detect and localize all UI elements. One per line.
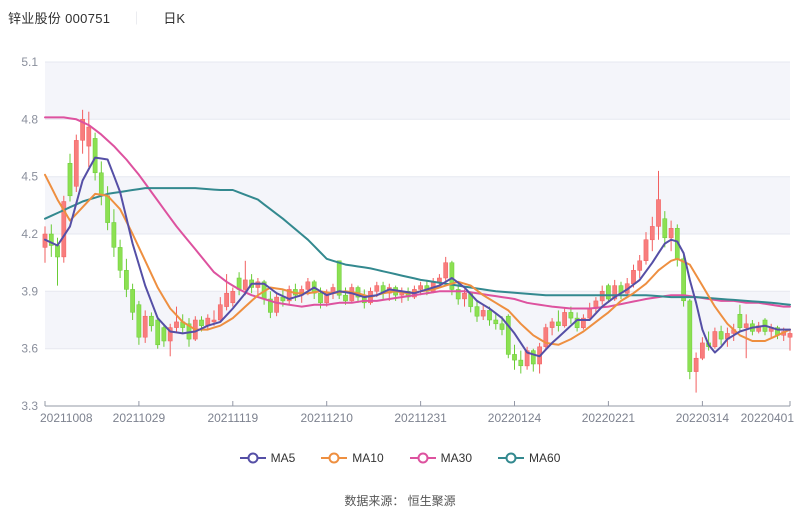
ma5-legend-marker-icon <box>240 452 266 464</box>
svg-text:3.3: 3.3 <box>21 399 38 413</box>
svg-text:20211008: 20211008 <box>40 411 93 425</box>
legend-label: MA5 <box>271 451 296 465</box>
svg-text:20211231: 20211231 <box>394 411 447 425</box>
legend-item-ma30[interactable]: MA30 <box>410 451 472 465</box>
legend-item-ma5[interactable]: MA5 <box>240 451 296 465</box>
legend-label: MA30 <box>441 451 472 465</box>
svg-text:20211119: 20211119 <box>207 411 258 425</box>
svg-text:3.6: 3.6 <box>21 342 38 356</box>
legend-label: MA10 <box>352 451 383 465</box>
ma60-legend-marker-icon <box>498 452 524 464</box>
svg-text:20220221: 20220221 <box>582 411 636 425</box>
legend-item-ma10[interactable]: MA10 <box>321 451 383 465</box>
candlestick-chart-canvas[interactable]: 5.1 4.8 4.5 4.2 3.9 3.6 3.320211008 20211029 202… <box>0 0 800 446</box>
svg-text:20220124: 20220124 <box>488 411 542 425</box>
svg-text:20220314: 20220314 <box>676 411 730 425</box>
plot-band <box>45 177 790 234</box>
svg-text:20220401: 20220401 <box>741 411 795 425</box>
svg-text:4.2: 4.2 <box>21 227 38 241</box>
svg-text:4.5: 4.5 <box>21 170 38 184</box>
plot-band <box>45 62 790 119</box>
svg-text:4.8: 4.8 <box>21 112 38 126</box>
svg-text:20211029: 20211029 <box>113 411 166 425</box>
svg-text:3.9: 3.9 <box>21 284 38 298</box>
ma-legend: MA5 MA10 MA30 MA60 <box>0 451 800 465</box>
data-source-note: 数据来源： 恒生聚源 <box>0 492 800 509</box>
svg-text:20211210: 20211210 <box>300 411 353 425</box>
svg-text:5.1: 5.1 <box>21 55 38 69</box>
candles-layer <box>43 110 792 393</box>
ma30-legend-marker-icon <box>410 452 436 464</box>
stock-chart-page: 锌业股份 000751 ｜ 日K 5.14.84.54.23.93.63.320… <box>0 0 800 517</box>
ma10-legend-marker-icon <box>321 452 347 464</box>
legend-label: MA60 <box>529 451 560 465</box>
legend-item-ma60[interactable]: MA60 <box>498 451 560 465</box>
